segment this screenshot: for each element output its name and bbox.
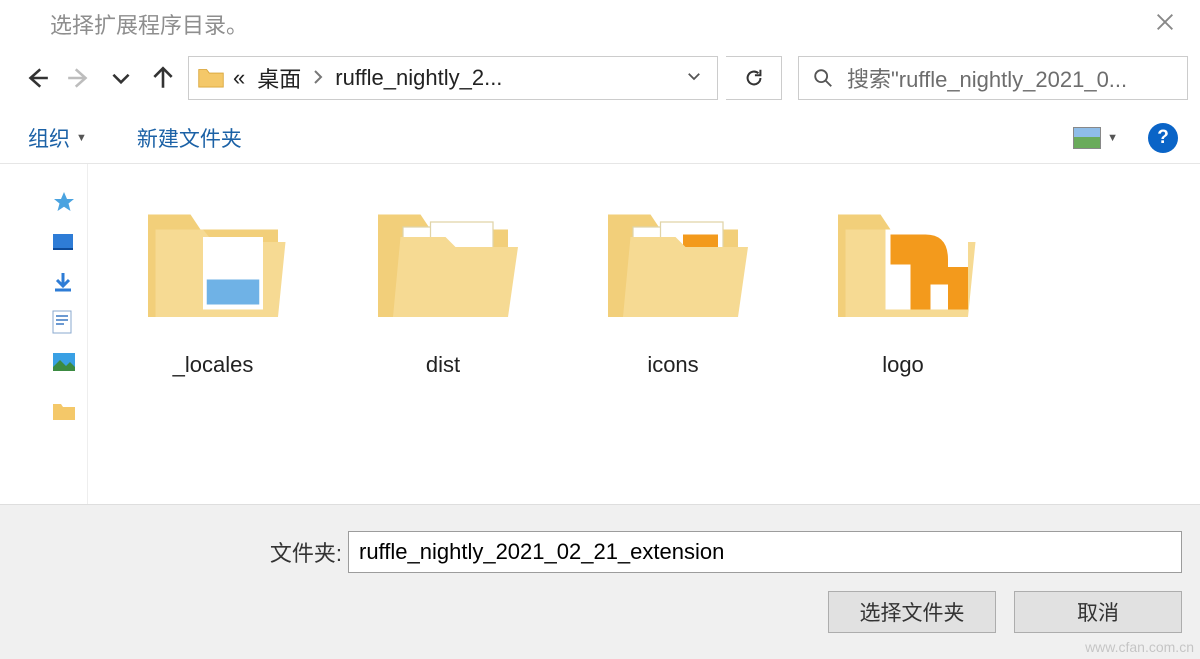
folder-item-dist[interactable]: dist <box>358 192 528 524</box>
folder-label: dist <box>358 352 528 378</box>
folder-shortcut-icon[interactable] <box>0 382 87 422</box>
folder-icon <box>828 192 978 342</box>
pictures-icon[interactable] <box>0 342 87 382</box>
desktop-icon[interactable] <box>0 222 87 262</box>
watermark: www.cfan.com.cn <box>1085 639 1194 655</box>
up-icon[interactable] <box>146 60 180 96</box>
refresh-icon[interactable] <box>726 56 782 100</box>
folder-icon <box>197 66 225 90</box>
folder-name-input[interactable] <box>348 531 1182 573</box>
documents-icon[interactable] <box>0 302 87 342</box>
folder-item-logo[interactable]: logo <box>818 192 988 524</box>
recent-dropdown-icon[interactable] <box>104 60 138 96</box>
back-icon[interactable] <box>20 60 54 96</box>
folder-field-label: 文件夹: <box>18 536 348 568</box>
search-icon <box>799 67 847 89</box>
address-bar[interactable]: « 桌面 ruffle_nightly_2... <box>188 56 718 100</box>
quick-access-icon[interactable] <box>0 182 87 222</box>
chevron-down-icon[interactable] <box>671 67 717 90</box>
search-placeholder: 搜索"ruffle_nightly_2021_0... <box>847 62 1127 94</box>
chevron-right-icon <box>313 70 323 87</box>
breadcrumb-prefix: « <box>233 65 245 91</box>
folder-icon <box>368 192 518 342</box>
breadcrumb-current[interactable]: ruffle_nightly_2... <box>335 65 502 91</box>
new-folder-button[interactable]: 新建文件夹 <box>131 119 248 157</box>
folder-item-locales[interactable]: _locales <box>128 192 298 524</box>
chevron-down-icon: ▼ <box>1107 132 1118 144</box>
close-icon[interactable] <box>1144 4 1186 44</box>
folder-label: logo <box>818 352 988 378</box>
breadcrumb-desktop[interactable]: 桌面 <box>257 62 301 94</box>
cancel-button[interactable]: 取消 <box>1014 591 1182 633</box>
organize-button[interactable]: 组织 ▼ <box>22 119 93 157</box>
folder-item-icons[interactable]: icons <box>588 192 758 524</box>
quick-access-sidebar <box>0 164 88 552</box>
window-title: 选择扩展程序目录。 <box>50 8 248 40</box>
downloads-icon[interactable] <box>0 262 87 302</box>
help-icon[interactable]: ? <box>1148 123 1178 153</box>
folder-label: icons <box>588 352 758 378</box>
select-folder-button[interactable]: 选择文件夹 <box>828 591 996 633</box>
view-mode-button[interactable]: ▼ <box>1067 123 1124 153</box>
search-input[interactable]: 搜索"ruffle_nightly_2021_0... <box>798 56 1188 100</box>
folder-label: _locales <box>128 352 298 378</box>
folder-icon <box>138 192 288 342</box>
chevron-down-icon: ▼ <box>76 132 87 144</box>
picture-icon <box>1073 127 1101 149</box>
chrome-icon <box>14 11 40 37</box>
forward-icon[interactable] <box>62 60 96 96</box>
folder-grid: _locales dist icons logo <box>88 164 1200 552</box>
folder-icon <box>598 192 748 342</box>
